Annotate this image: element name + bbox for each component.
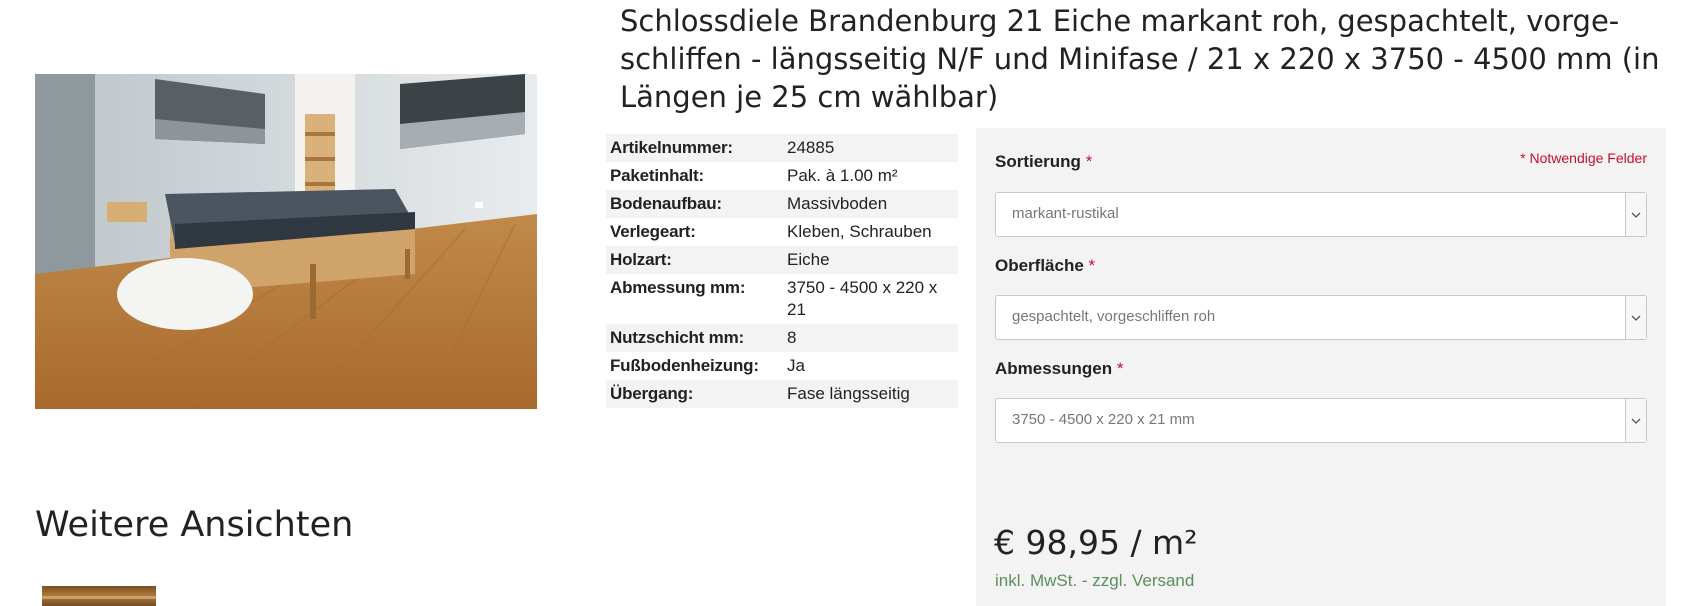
required-marker: * — [1088, 256, 1096, 275]
spec-row: Bodenaufbau: Massivboden — [606, 190, 958, 218]
spec-key: Fußbodenheizung: — [610, 356, 759, 375]
spec-key: Artikelnummer: — [606, 134, 783, 162]
spec-value: 8 — [783, 324, 958, 352]
spec-row: Paketinhalt: Pak. à 1.00 m² — [606, 162, 958, 190]
spec-value: Fase längsseitig — [783, 380, 958, 408]
chevron-down-icon[interactable] — [1625, 296, 1646, 339]
more-views-heading: Weitere Ansichten — [35, 505, 354, 545]
chevron-down-icon[interactable] — [1625, 399, 1646, 442]
abmessungen-label: Abmessungen * — [995, 359, 1124, 379]
spec-key: Abmessung mm: — [610, 278, 746, 297]
product-page: Weitere Ansichten Schlossdiele Brandenbu… — [0, 0, 1686, 606]
tax-shipping-note[interactable]: inkl. MwSt. - zzgl. Versand — [995, 571, 1194, 591]
oberflaeche-label: Oberfläche * — [995, 256, 1095, 276]
spec-row: Nutzschicht mm: 8 — [606, 324, 958, 352]
abmessungen-select[interactable]: 3750 - 4500 x 220 x 21 mm — [995, 398, 1647, 443]
spec-value: Ja — [787, 356, 805, 375]
spec-key: Bodenaufbau: — [606, 190, 783, 218]
select-value: 3750 - 4500 x 220 x 21 mm — [1012, 411, 1195, 428]
oberflaeche-select[interactable]: gespachtelt, vorgeschliffen roh — [995, 295, 1647, 340]
sortierung-select[interactable]: markant-rustikal — [995, 192, 1647, 237]
spec-row: Fußbodenheizung: Ja — [606, 352, 958, 380]
select-value: gespachtelt, vorgeschliffen roh — [1012, 308, 1216, 325]
spec-row: Verlegeart: Kleben, Schrauben — [606, 218, 958, 246]
thumbnail-image[interactable] — [42, 586, 156, 606]
specs-table: Artikelnummer: 24885 Paketinhalt: Pak. à… — [606, 134, 958, 408]
bedroom-photo — [35, 74, 537, 409]
product-price: € 98,95 / m² — [994, 523, 1198, 562]
spec-key: Nutzschicht mm: — [606, 324, 783, 352]
spec-row: Übergang: Fase längsseitig — [606, 380, 958, 408]
spec-row: Abmessung mm: 3750 - 4500 x 220 x 21 — [606, 274, 958, 324]
spec-value: 3750 - 4500 x 220 x 21 — [787, 278, 938, 319]
spec-value: Kleben, Schrauben — [787, 222, 932, 241]
spec-key: Übergang: — [606, 380, 783, 408]
spec-key: Holzart: — [606, 246, 783, 274]
product-options-panel: * Notwendige Felder Sortierung * markant… — [976, 128, 1666, 606]
spec-key: Paketinhalt: — [610, 166, 704, 185]
field-label-text: Oberfläche — [995, 256, 1084, 275]
required-fields-note: * Notwendige Felder — [1520, 150, 1647, 166]
spec-row: Holzart: Eiche — [606, 246, 958, 274]
product-image[interactable] — [35, 74, 537, 409]
spec-key: Verlegeart: — [610, 222, 696, 241]
field-label-text: Abmessungen — [995, 359, 1113, 378]
required-marker: * — [1116, 359, 1124, 378]
sortierung-label: Sortierung * — [995, 152, 1092, 172]
spec-value: Pak. à 1.00 m² — [787, 166, 898, 185]
field-label-text: Sortierung — [995, 152, 1081, 171]
spec-row: Artikelnummer: 24885 — [606, 134, 958, 162]
select-value: markant-rustikal — [1012, 205, 1119, 222]
spec-value: Massivboden — [783, 190, 958, 218]
spec-value: Eiche — [783, 246, 958, 274]
chevron-down-icon[interactable] — [1625, 193, 1646, 236]
product-title: Schlossdiele Brandenburg 21 Eiche markan… — [620, 4, 1660, 114]
spec-value: 24885 — [783, 134, 958, 162]
required-marker: * — [1085, 152, 1093, 171]
